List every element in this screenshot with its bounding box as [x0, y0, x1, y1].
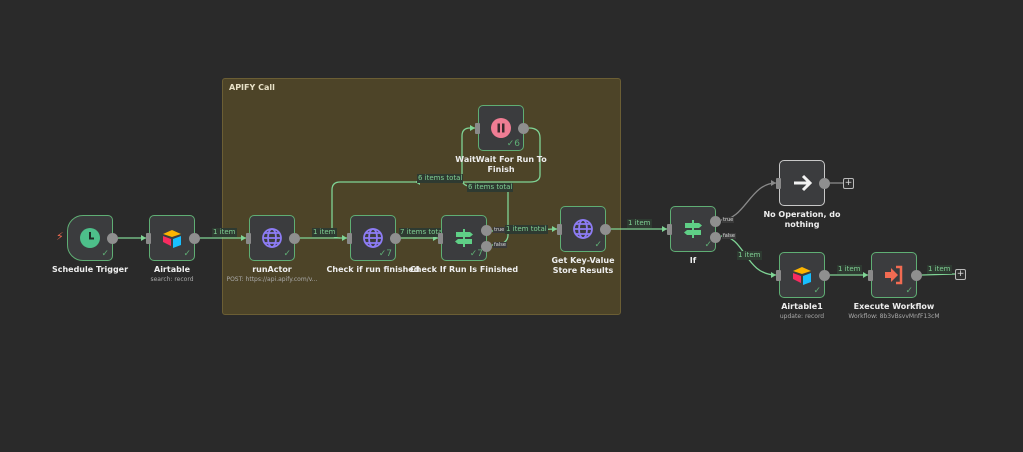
success-check-icon: ✓7	[469, 249, 483, 259]
airtable-icon	[793, 267, 811, 285]
node-execute-workflow[interactable]: ✓	[868, 252, 922, 298]
output-port[interactable]	[390, 233, 401, 244]
node-no-operation[interactable]	[776, 160, 830, 206]
node-airtable1[interactable]: ✓	[776, 252, 830, 298]
success-check-icon: ✓	[813, 286, 821, 296]
globe-icon	[573, 219, 593, 239]
node-airtable[interactable]: ✓	[146, 215, 200, 261]
success-check-icon: ✓	[704, 240, 712, 250]
input-port[interactable]	[776, 270, 781, 281]
run-count: 7	[386, 249, 392, 259]
output-port[interactable]	[819, 270, 830, 281]
globe-icon	[363, 228, 383, 248]
input-port[interactable]	[667, 224, 672, 235]
output-port[interactable]	[518, 123, 529, 134]
run-count: 6	[514, 139, 520, 149]
success-check-icon: ✓	[101, 249, 109, 259]
edge-label: 1 item	[627, 219, 652, 228]
arrow-right-icon	[794, 174, 813, 192]
output-port[interactable]	[289, 233, 300, 244]
signpost-icon	[455, 229, 473, 247]
node-label: No Operation, do nothing	[763, 210, 841, 229]
node-check-if-run-is-finished[interactable]: ✓7	[438, 215, 492, 261]
input-port[interactable]	[347, 233, 352, 244]
output-port[interactable]	[189, 233, 200, 244]
input-port[interactable]	[246, 233, 251, 244]
edge-label: 1 item	[212, 228, 237, 237]
airtable-icon	[163, 230, 181, 248]
input-port[interactable]	[776, 178, 781, 189]
success-check-icon: ✓7	[378, 249, 392, 259]
node-subtitle: Workflow: 8b3vBsvvMnfF13cM	[848, 313, 940, 320]
output-port[interactable]	[600, 224, 611, 235]
node-wait[interactable]: ✓6	[475, 105, 529, 151]
edge-label: 1 item	[837, 265, 862, 274]
input-port[interactable]	[438, 233, 443, 244]
node-label: WaitWait For Run To Finish	[455, 155, 547, 174]
node-subtitle: POST: https://api.apify.com/v...	[226, 276, 318, 283]
success-check-icon: ✓	[594, 240, 602, 250]
globe-icon	[262, 228, 282, 248]
edge-label: 6 items total	[417, 174, 464, 183]
node-label: If	[689, 256, 697, 265]
edge-label: 1 item total	[505, 225, 548, 234]
port-label-false: false	[493, 242, 507, 248]
success-check-icon: ✓6	[506, 139, 520, 149]
trigger-bolt-icon: ⚡	[56, 230, 64, 243]
node-check-if-run-finished[interactable]: ✓7	[347, 215, 401, 261]
edge-label: 1 item	[312, 228, 337, 237]
pause-icon	[491, 118, 511, 138]
success-check-icon: ✓	[283, 249, 291, 259]
node-get-key-value-store-results[interactable]: ✓	[557, 206, 611, 252]
output-port[interactable]	[911, 270, 922, 281]
node-schedule-trigger[interactable]: ✓	[67, 215, 118, 261]
input-port[interactable]	[146, 233, 151, 244]
edge-label: 6 items total	[467, 183, 514, 192]
input-port[interactable]	[868, 270, 873, 281]
output-port[interactable]	[107, 233, 118, 244]
success-check-icon: ✓	[905, 286, 913, 296]
clock-icon	[80, 228, 100, 248]
output-port-true[interactable]	[710, 216, 721, 227]
edge-label: 1 item	[927, 265, 952, 274]
signpost-icon	[684, 220, 702, 238]
node-if[interactable]: ✓	[667, 206, 721, 252]
output-port-true[interactable]	[481, 225, 492, 236]
node-label: Execute Workflow	[853, 302, 935, 311]
run-count: 7	[477, 249, 483, 259]
success-check-icon: ✓	[183, 249, 191, 259]
input-port[interactable]	[557, 224, 562, 235]
add-node-button[interactable]: +	[955, 269, 966, 280]
add-node-button[interactable]: +	[843, 178, 854, 189]
sign-in-icon	[885, 265, 903, 285]
node-runactor[interactable]: ✓	[246, 215, 300, 261]
input-port[interactable]	[475, 123, 480, 134]
port-label-false: false	[722, 233, 736, 239]
port-label-true: true	[493, 227, 506, 233]
edge-execwf-out	[921, 273, 956, 276]
output-port[interactable]	[819, 178, 830, 189]
